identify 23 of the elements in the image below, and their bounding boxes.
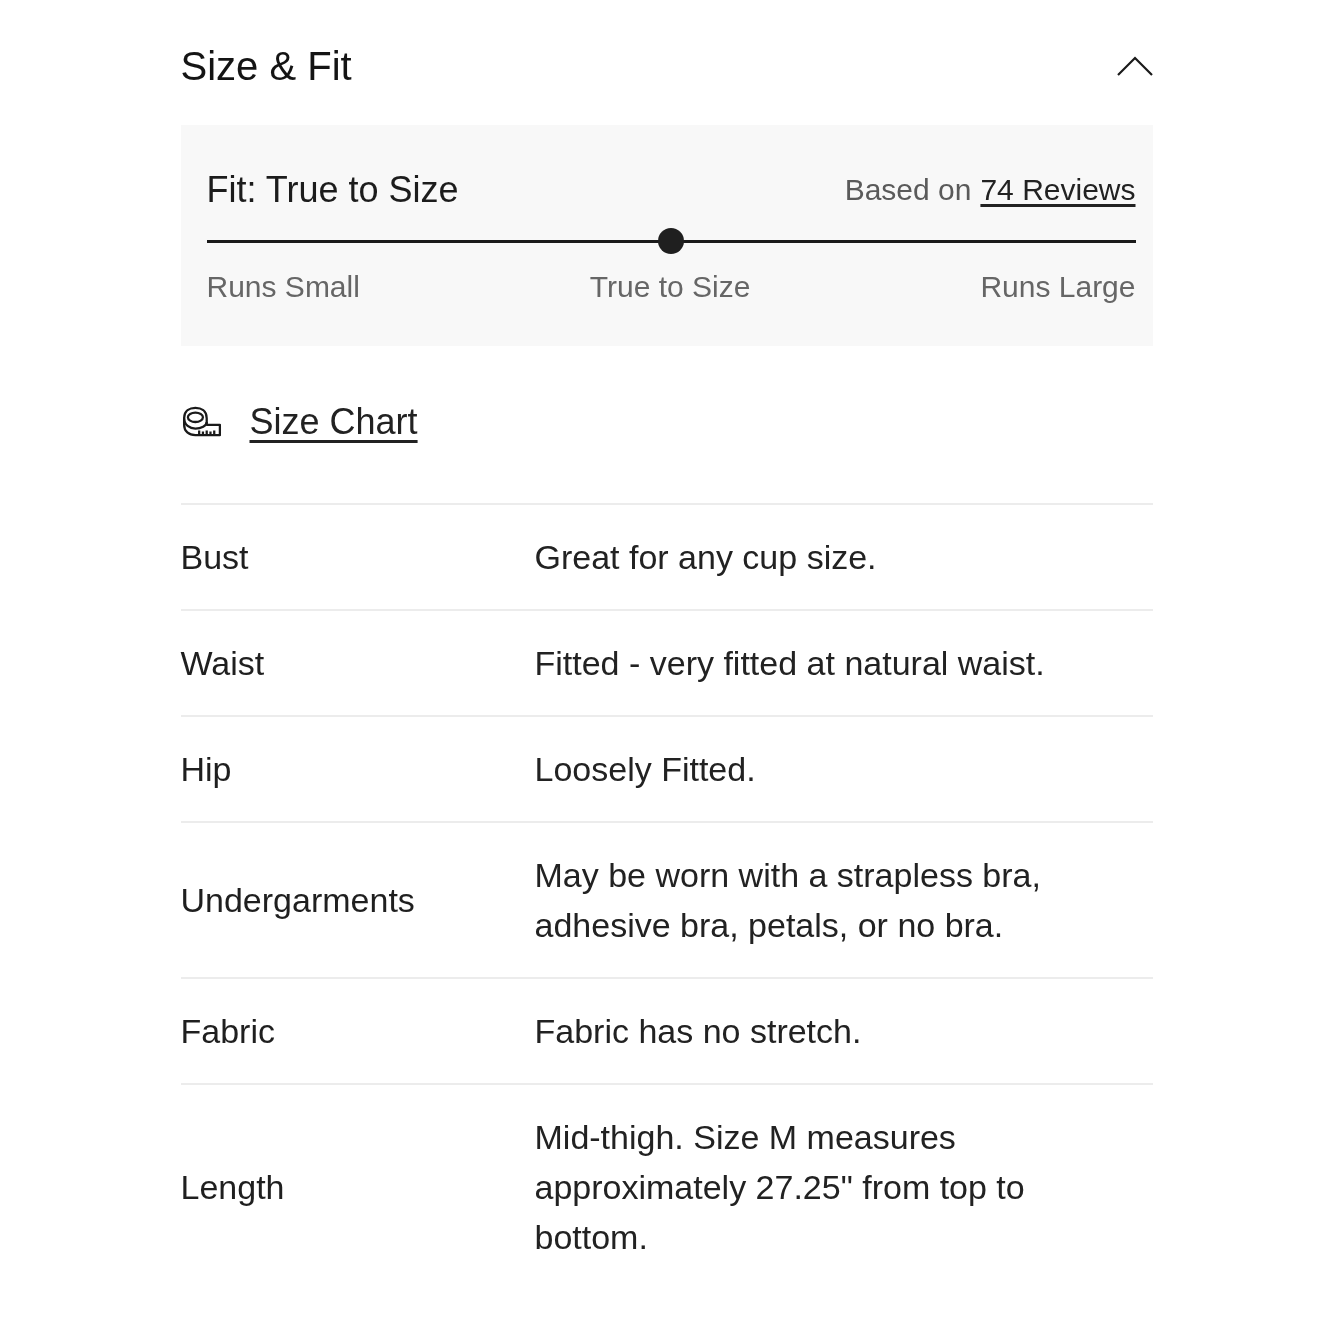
detail-label: Length — [180, 1167, 286, 1208]
detail-label: Waist — [180, 643, 266, 684]
detail-label: Hip — [180, 749, 233, 790]
detail-value: May be worn with a strapless bra, adhesive bra, petals, or no bra. — [534, 855, 1042, 946]
size-chart-link[interactable]: Size Chart — [249, 400, 418, 444]
scale-label: Runs Large — [980, 270, 1136, 304]
detail-label: Fabric — [180, 1011, 276, 1052]
detail-value: Fabric has no stretch. — [534, 1011, 863, 1052]
detail-label: Bust — [180, 537, 250, 578]
section-title: Size & Fit — [180, 43, 352, 90]
slider-thumb[interactable] — [658, 228, 684, 254]
scale-label: Runs Small — [206, 270, 360, 304]
tape-measure-icon — [180, 406, 223, 438]
based-on-text: Based on — [844, 172, 972, 208]
reviews-link[interactable]: 74 Reviews — [980, 170, 1136, 210]
detail-value: Fitted - very fitted at natural waist. — [534, 643, 1046, 684]
detail-value: Great for any cup size. — [534, 537, 878, 578]
detail-label: Undergarments — [180, 880, 416, 921]
chevron-up-icon[interactable] — [1116, 56, 1153, 76]
scale-label: True to Size — [589, 270, 751, 304]
detail-value: Loosely Fitted. — [534, 749, 757, 790]
detail-value: Mid-thigh. Size M measures approximately 27.25" from top to bottom. — [534, 1117, 1026, 1258]
fit-heading: Fit: True to Size — [206, 170, 459, 210]
